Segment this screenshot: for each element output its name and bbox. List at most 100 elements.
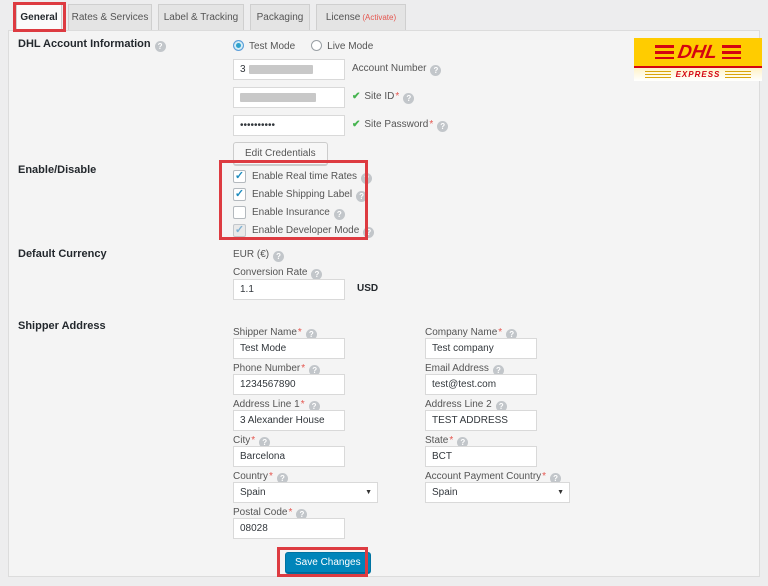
current-currency: EUR (€) (233, 249, 285, 262)
radio-test-mode[interactable]: Test Mode (233, 40, 295, 52)
label-text: Address Line 1 (233, 399, 300, 410)
dhl-express-text: EXPRESS (675, 70, 721, 79)
valid-checkmark-icon (352, 91, 360, 102)
site-password-input[interactable] (233, 115, 345, 136)
save-changes-button[interactable]: Save Changes (285, 552, 371, 574)
section-title-default-currency: Default Currency (18, 248, 107, 260)
current-currency-text: EUR (€) (233, 249, 270, 260)
dhl-stripes-icon (721, 45, 741, 59)
required-asterisk: * (395, 91, 400, 102)
required-asterisk: * (542, 471, 547, 482)
state-input[interactable] (425, 446, 537, 467)
country-select-value: Spain (240, 487, 266, 498)
label-text: Shipper Name (233, 327, 297, 338)
help-icon[interactable] (154, 41, 166, 52)
radio-live-mode-label: Live Mode (327, 41, 374, 52)
email-address-input[interactable] (425, 374, 537, 395)
label-text: Address Line 2 (425, 399, 492, 410)
account-title-text: DHL Account Information (18, 38, 151, 50)
address-line1-input[interactable] (233, 410, 345, 431)
section-title-enable-disable: Enable/Disable (18, 164, 97, 176)
valid-checkmark-icon (352, 119, 360, 130)
required-asterisk: * (269, 471, 273, 482)
label-text: Country (233, 471, 269, 482)
account-number-label: Account Number (352, 63, 442, 76)
label-text: Conversion Rate (233, 267, 308, 278)
radio-selected-icon (233, 40, 244, 51)
site-id-label-text: Site ID (364, 91, 395, 102)
conversion-rate-input[interactable] (233, 279, 345, 300)
dhl-gold-lines-icon (725, 71, 752, 78)
help-icon[interactable] (361, 173, 373, 184)
checkbox-insurance[interactable] (233, 206, 246, 219)
label-text: Enable Shipping Label (252, 189, 353, 200)
dhl-stripes-icon (655, 45, 675, 59)
label-text: Email Address (425, 363, 489, 374)
dhl-gold-lines-icon (644, 71, 671, 78)
checkbox-insurance-label: Enable Insurance (252, 207, 345, 220)
section-title-account-information: DHL Account Information (18, 38, 166, 52)
help-icon[interactable] (356, 191, 368, 202)
checkbox-real-time-rates[interactable] (233, 170, 246, 183)
shipper-name-input[interactable] (233, 338, 345, 359)
account-number-label-text: Account Number (352, 63, 427, 74)
label-text: Account Payment Country (425, 471, 542, 482)
help-icon[interactable] (333, 209, 345, 220)
site-id-input[interactable] (233, 87, 345, 108)
label-text: Enable Insurance (252, 207, 330, 218)
city-input[interactable] (233, 446, 345, 467)
checkbox-shipping-label-label: Enable Shipping Label (252, 189, 368, 202)
dropdown-arrow-icon (365, 483, 372, 502)
checkbox-developer-mode-label: Enable Developer Mode (252, 225, 375, 238)
checkbox-real-time-rates-label: Enable Real time Rates (252, 171, 373, 184)
dropdown-arrow-icon (557, 483, 564, 502)
required-asterisk: * (300, 399, 305, 410)
section-title-shipper-address: Shipper Address (18, 320, 106, 332)
settings-content: DHL Account Information Test Mode Live M… (0, 0, 768, 586)
site-password-label: Site Password* (352, 119, 449, 132)
dhl-express-settings-page: General Rates & Services Label & Trackin… (0, 0, 768, 586)
phone-number-input[interactable] (233, 374, 345, 395)
dhl-brand-text: DHL (676, 41, 720, 63)
radio-live-mode[interactable]: Live Mode (311, 40, 373, 52)
label-text: City (233, 435, 251, 446)
dhl-express-logo: DHL EXPRESS (634, 38, 762, 83)
required-asterisk: * (449, 435, 454, 446)
account-number-visible-digit: 3 (240, 64, 246, 75)
mode-radio-group: Test Mode Live Mode (233, 40, 373, 52)
help-icon[interactable] (430, 65, 442, 76)
account-payment-country-select-value: Spain (432, 487, 458, 498)
dhl-logo-bottom: EXPRESS (634, 68, 762, 81)
checkbox-developer-mode[interactable] (233, 224, 246, 237)
label-text: Company Name (425, 327, 498, 338)
checkbox-shipping-label[interactable] (233, 188, 246, 201)
required-asterisk: * (297, 327, 302, 338)
conversion-rate-unit: USD (357, 283, 379, 294)
site-id-label: Site ID* (352, 91, 415, 104)
radio-unselected-icon (311, 40, 323, 51)
account-payment-country-select[interactable]: Spain (425, 482, 570, 503)
required-asterisk: * (288, 507, 293, 518)
site-password-label-text: Site Password (364, 119, 429, 130)
postal-code-input[interactable] (233, 518, 345, 539)
edit-credentials-button[interactable]: Edit Credentials (233, 142, 328, 165)
redacted-value-bar (248, 65, 313, 74)
label-text: Enable Real time Rates (252, 171, 358, 182)
required-asterisk: * (498, 327, 503, 338)
address-line2-input[interactable] (425, 410, 537, 431)
required-asterisk: * (301, 363, 306, 374)
help-icon[interactable] (437, 121, 449, 132)
redacted-value-bar (240, 93, 316, 102)
help-icon[interactable] (403, 93, 415, 104)
company-name-input[interactable] (425, 338, 537, 359)
label-text: Phone Number (233, 363, 301, 374)
account-number-input[interactable]: 3 (233, 59, 345, 80)
label-text: Enable Developer Mode (252, 225, 360, 236)
country-select[interactable]: Spain (233, 482, 378, 503)
help-icon[interactable] (363, 227, 375, 238)
label-text: Postal Code (233, 507, 288, 518)
dhl-logo-top: DHL (634, 38, 762, 68)
required-asterisk: * (251, 435, 256, 446)
label-text: State (425, 435, 449, 446)
help-icon[interactable] (273, 251, 285, 262)
